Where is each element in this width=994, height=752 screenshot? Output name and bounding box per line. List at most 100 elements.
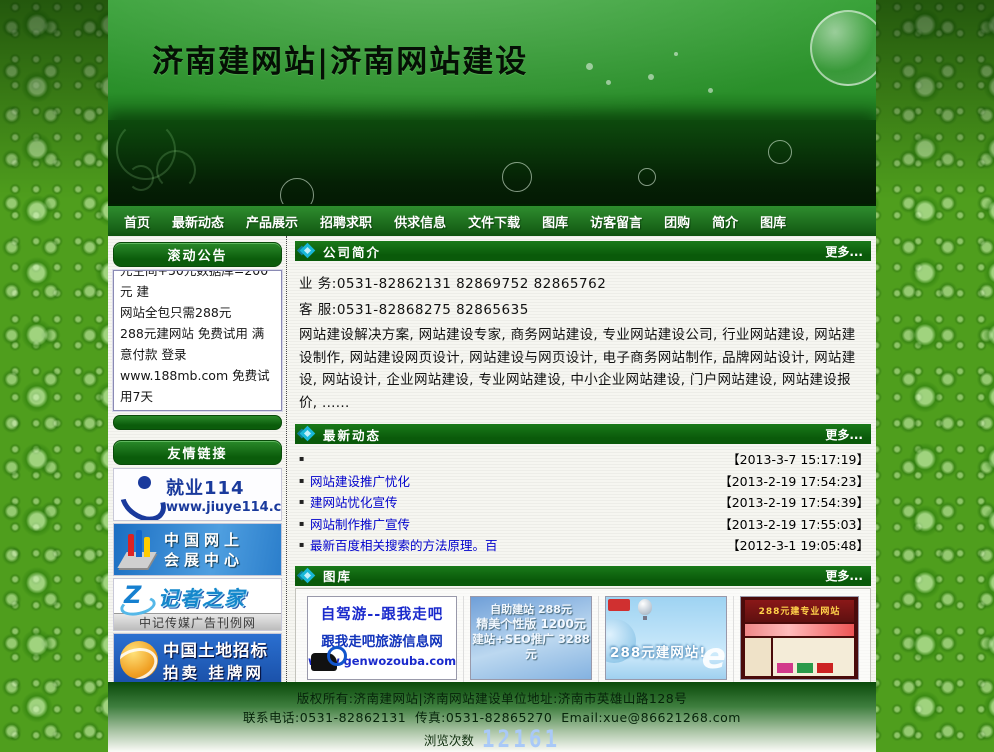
banner-dark-band: [108, 120, 876, 204]
nav-item-downloads[interactable]: 文件下载: [457, 212, 531, 231]
views-counter-row: 浏览次数 12161: [108, 727, 876, 751]
company-more-link[interactable]: 更多...: [825, 243, 871, 260]
news-date: 【2013-2-19 17:54:23】: [719, 471, 869, 490]
gallery-item: 288元建网站! e 网站建设,济南建网站: [599, 596, 734, 683]
jiuye114-url: www.jiuye114.com: [166, 500, 282, 515]
tudi-line2: 拍卖 挂牌网: [163, 661, 268, 683]
gallery-thumbnail-pricing[interactable]: 自助建站 288元 精美个性版 1200元 建站+SEO推广 3288元 053…: [470, 596, 592, 680]
expo-logo-icon: [118, 528, 164, 572]
gallery-item: 288元建专业网站 网站建设案例: [734, 596, 865, 683]
footer: 版权所有:济南建网站|济南网站建设单位地址:济南市英雄山路128号 联系电话:0…: [108, 682, 876, 752]
gallery-section-title: 图库: [323, 566, 352, 585]
jiuye114-text: 就业114 www.jiuye114.com: [166, 474, 282, 515]
news-link[interactable]: 网站建设推广忧化: [310, 471, 410, 490]
announcement-line: 元空间+50元数据库=200元 建: [120, 270, 275, 302]
friend-links-header: 友情链接: [113, 440, 282, 465]
announcement-header: 滚动公告: [113, 242, 282, 267]
gallery-item: 自驾游--跟我走吧 跟我走吧旅游信息网 www.genwozouba.com 网…: [301, 596, 464, 683]
link-banner-china-expo[interactable]: 中国网上 会展中心: [113, 523, 282, 576]
section-sync-icon: [295, 241, 319, 261]
expo-logo-bar: [144, 537, 150, 557]
gallery-more-link[interactable]: 更多...: [825, 567, 871, 584]
expo-line1: 中国网上: [164, 530, 244, 550]
thumb-text: 自驾游--跟我走吧: [308, 603, 456, 624]
announcement-line: 网站全包只需288元: [120, 302, 275, 323]
gallery-grid: 自驾游--跟我走吧 跟我走吧旅游信息网 www.genwozouba.com 网…: [295, 588, 871, 683]
thumb-text: 288元建网站!: [610, 641, 706, 661]
expo-logo-bar: [128, 534, 134, 556]
gallery-thumbnail-case[interactable]: 288元建专业网站: [740, 596, 859, 680]
main-column: 公司简介 更多... 业 务:0531-82862131 82869752 82…: [286, 236, 876, 682]
content-area: 滚动公告 元空间+50元数据库=200元 建 网站全包只需288元 288元建网…: [108, 236, 876, 682]
announcement-footer-bar: [113, 415, 282, 430]
nav-item-products[interactable]: 产品展示: [235, 212, 309, 231]
nav-item-groupbuy[interactable]: 团购: [653, 212, 701, 231]
bullet-icon: ▪: [299, 497, 310, 506]
mini-site-block: [797, 663, 813, 673]
thumb-text: 精美个性版 1200元: [471, 617, 591, 632]
link-banner-jizhe[interactable]: 记者之家 中记传媒广告刊例网: [113, 578, 282, 631]
business-phone-line: 业 务:0531-82862131 82869752 82865762: [299, 272, 867, 292]
nav-item-gallery[interactable]: 图库: [531, 212, 579, 231]
thumb-text: 建站+SEO推广 3288元: [471, 632, 591, 662]
mini-site-block: [777, 663, 793, 673]
company-intro: 业 务:0531-82862131 82869752 82865762 客 服:…: [295, 263, 871, 424]
link-banner-tudi[interactable]: 中国土地招标 拍卖 挂牌网: [113, 633, 282, 682]
globe-icon: [120, 641, 158, 679]
bullet-icon: ▪: [299, 454, 310, 463]
bullet-icon: ▪: [299, 519, 310, 528]
nav-item-about[interactable]: 简介: [701, 212, 749, 231]
jizhe-name: 记者之家: [158, 582, 246, 611]
camera-icon: [311, 653, 337, 671]
company-section-header: 公司简介 更多...: [295, 241, 871, 261]
news-section-title: 最新动态: [323, 425, 381, 444]
friend-links-title: 友情链接: [167, 443, 227, 462]
bullet-icon: ▪: [299, 540, 310, 549]
news-more-link[interactable]: 更多...: [825, 426, 871, 443]
thumb-text: 自助建站 288元: [471, 597, 591, 617]
news-link[interactable]: 最新百度相关搜索的方法原理。百: [310, 535, 498, 554]
announcement-line: 288元建网站 免费试用 满意付款 登录www.188mb.com 免费试用7天: [120, 323, 275, 407]
bubble-decoration: [502, 162, 532, 192]
news-date: 【2012-3-1 19:05:48】: [727, 535, 869, 554]
views-counter: 12161: [482, 725, 560, 752]
floral-swirl-decoration: [156, 150, 196, 190]
news-date: 【2013-2-19 17:54:39】: [719, 492, 869, 511]
nav-item-gallery2[interactable]: 图库: [749, 212, 797, 231]
media-badge-icon: [608, 599, 630, 611]
contact-line: 联系电话:0531-82862131 传真:0531-82865270 Emai…: [108, 708, 876, 727]
gallery-thumbnail-genwozouba[interactable]: 自驾游--跟我走吧 跟我走吧旅游信息网 www.genwozouba.com: [307, 596, 457, 680]
news-row: ▪ 建网站忧化宣传 【2013-2-19 17:54:39】: [299, 491, 869, 513]
link-banner-jiuye114[interactable]: 就业114 www.jiuye114.com: [113, 468, 282, 521]
news-list: ▪ 【2013-3-7 15:17:19】 ▪ 网站建设推广忧化 【2013-2…: [295, 446, 871, 566]
mini-site-banner: [745, 624, 854, 636]
news-link[interactable]: 网站制作推广宣传: [310, 514, 410, 533]
nav-item-home[interactable]: 首页: [113, 212, 161, 231]
announcement-line: 0531-82862131: [120, 407, 275, 411]
announcement-marquee[interactable]: 元空间+50元数据库=200元 建 网站全包只需288元 288元建网站 免费试…: [113, 270, 282, 411]
page-container: 济南建网站|济南网站建设 首页 最新动态 产品展示 招聘求职 供求信息 文件下载…: [108, 0, 876, 752]
floral-swirl-decoration: [128, 165, 154, 191]
news-link[interactable]: 建网站忧化宣传: [310, 492, 398, 511]
nav-item-guestbook[interactable]: 访客留言: [579, 212, 653, 231]
mini-site-body: [745, 638, 854, 676]
thumb-text: 跟我走吧旅游信息网: [308, 630, 456, 650]
page-title: 济南建网站|济南网站建设: [108, 0, 876, 81]
bubble-decoration: [280, 178, 314, 204]
service-phone-line: 客 服:0531-82868275 82865635: [299, 298, 867, 318]
section-sync-icon: [295, 566, 319, 586]
nav-item-news[interactable]: 最新动态: [161, 212, 235, 231]
bubble-decoration: [638, 168, 656, 186]
nav-item-supply[interactable]: 供求信息: [383, 212, 457, 231]
news-row: ▪ 网站建设推广忧化 【2013-2-19 17:54:23】: [299, 470, 869, 492]
gallery-thumbnail-288[interactable]: 288元建网站! e: [605, 596, 727, 680]
friend-links-list: 就业114 www.jiuye114.com 中国网上 会展中心: [113, 468, 282, 682]
thumb-text: 0531-82862131: [471, 676, 591, 680]
announcement-title: 滚动公告: [167, 245, 227, 264]
tudi-text: 中国土地招标 拍卖 挂牌网: [163, 637, 268, 683]
news-row: ▪ 网站制作推广宣传 【2013-2-19 17:55:03】: [299, 513, 869, 535]
nav-item-jobs[interactable]: 招聘求职: [309, 212, 383, 231]
jizhe-subtitle: 中记传媒广告刊例网: [114, 613, 281, 630]
bullet-icon: ▪: [299, 476, 310, 485]
thumb-text: e: [702, 636, 726, 677]
